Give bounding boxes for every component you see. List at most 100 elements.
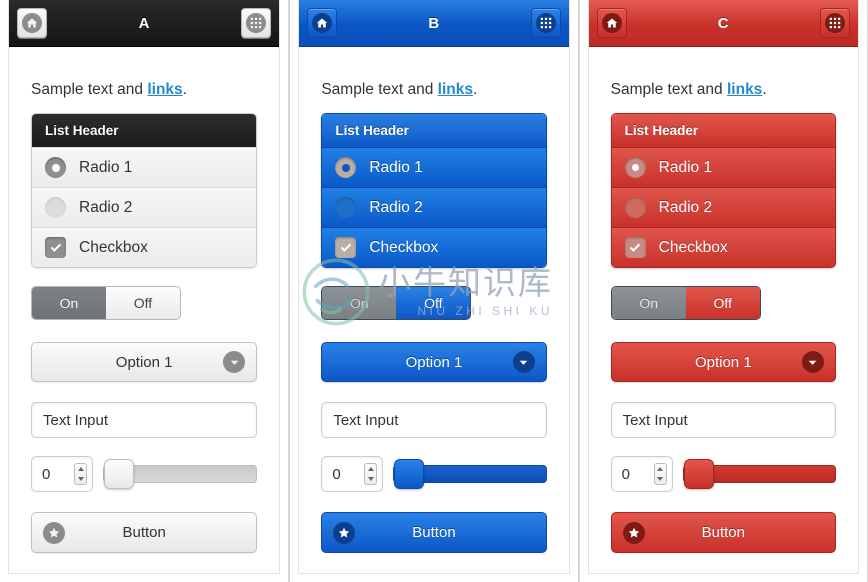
sample-text-suffix: . — [182, 81, 187, 98]
sample-text-b: Sample text and links. — [321, 81, 546, 99]
number-stepper-b[interactable]: 0 — [321, 456, 384, 492]
grid-menu-button-b[interactable] — [530, 8, 561, 38]
sample-link[interactable]: links — [438, 81, 473, 98]
sample-text-c: Sample text and links. — [611, 81, 836, 99]
stepper-arrows[interactable] — [74, 463, 87, 485]
option-list-c: List Header Radio 1 Radio 2 Checkbox — [610, 113, 836, 268]
radio-unselected-icon[interactable] — [335, 197, 357, 218]
slider-row-a: 0 — [31, 456, 258, 492]
list-item-radio-1-a[interactable]: Radio 1 — [32, 147, 257, 187]
on-off-toggle-b[interactable]: On Off — [321, 286, 472, 320]
select-value: Option 1 — [694, 353, 752, 371]
panel-frame-b: B Sample text and links. List Header Rad… — [298, 0, 570, 574]
list-item-checkbox-c[interactable]: Checkbox — [611, 227, 835, 267]
theme-comparison-stage: A Sample text and links. List Header Rad… — [0, 0, 868, 582]
radio-selected-icon[interactable] — [624, 157, 646, 178]
on-off-toggle-a[interactable]: On Off — [31, 286, 181, 320]
list-item-checkbox-a[interactable]: Checkbox — [32, 227, 257, 267]
list-header-a: List Header — [32, 114, 257, 147]
stepper-down-icon[interactable] — [367, 477, 374, 481]
action-button-b[interactable]: Button — [321, 512, 547, 553]
action-button-a[interactable]: Button — [31, 512, 258, 553]
list-item-checkbox-b[interactable]: Checkbox — [322, 227, 546, 267]
stepper-arrows[interactable] — [653, 463, 667, 485]
select-dropdown-a[interactable]: Option 1 — [31, 342, 258, 382]
stepper-value: 0 — [42, 465, 51, 483]
text-input-b[interactable] — [321, 402, 547, 438]
text-input-c[interactable] — [610, 402, 836, 438]
list-item-radio-1-c[interactable]: Radio 1 — [611, 147, 835, 187]
select-value: Option 1 — [115, 353, 173, 371]
panel-frame-a: A Sample text and links. List Header Rad… — [8, 0, 281, 574]
list-item-label: Checkbox — [79, 238, 148, 256]
slider-row-c: 0 — [610, 456, 836, 492]
home-button-c[interactable] — [596, 8, 627, 38]
list-item-radio-2-c[interactable]: Radio 2 — [611, 187, 835, 227]
grid-menu-button-a[interactable] — [241, 8, 272, 38]
list-item-label: Radio 1 — [658, 158, 713, 176]
slider-track-b[interactable] — [393, 459, 547, 489]
toggle-on-option[interactable]: On — [32, 287, 106, 319]
home-button-a[interactable] — [17, 8, 47, 38]
check-icon[interactable] — [335, 237, 357, 258]
action-button-label: Button — [412, 524, 456, 541]
slider-track-c[interactable] — [682, 459, 836, 489]
header-bar-a: A — [9, 0, 280, 47]
home-icon — [22, 13, 42, 33]
stepper-up-icon[interactable] — [657, 467, 664, 471]
text-input-a[interactable] — [31, 402, 258, 438]
radio-selected-icon[interactable] — [45, 157, 66, 178]
slider-handle-a[interactable] — [104, 459, 134, 489]
panel-frame-c: C Sample text and links. List Header Rad… — [587, 0, 859, 574]
home-icon — [312, 13, 333, 33]
on-off-toggle-c[interactable]: On Off — [610, 286, 761, 320]
stepper-up-icon[interactable] — [77, 467, 84, 471]
stepper-arrows[interactable] — [364, 463, 378, 485]
star-icon — [43, 521, 65, 544]
toggle-off-option[interactable]: Off — [106, 287, 180, 319]
radio-selected-icon[interactable] — [335, 157, 357, 178]
home-button-b[interactable] — [307, 8, 338, 38]
list-item-label: Radio 1 — [369, 158, 423, 176]
number-stepper-a[interactable]: 0 — [31, 456, 93, 492]
panel-body-c: Sample text and links. List Header Radio… — [589, 81, 858, 553]
number-stepper-c[interactable]: 0 — [610, 456, 673, 492]
theme-panel-a: A Sample text and links. List Header Rad… — [0, 0, 290, 582]
select-dropdown-c[interactable]: Option 1 — [610, 342, 836, 382]
header-bar-c: C — [588, 0, 858, 47]
slider-handle-c[interactable] — [683, 459, 714, 489]
action-button-c[interactable]: Button — [610, 512, 836, 553]
toggle-off-option[interactable]: Off — [396, 287, 471, 319]
stepper-up-icon[interactable] — [367, 467, 374, 471]
home-icon — [601, 13, 622, 33]
panel-title-a: A — [138, 14, 150, 32]
sample-link[interactable]: links — [727, 81, 762, 98]
check-icon[interactable] — [45, 237, 66, 258]
list-item-radio-2-b[interactable]: Radio 2 — [322, 187, 546, 227]
list-item-label: Radio 2 — [658, 198, 713, 216]
panel-body-a: Sample text and links. List Header Radio… — [9, 81, 279, 553]
toggle-off-option[interactable]: Off — [685, 287, 760, 319]
list-item-radio-2-a[interactable]: Radio 2 — [32, 187, 257, 227]
list-header-b: List Header — [322, 114, 546, 147]
stepper-down-icon[interactable] — [657, 477, 664, 481]
list-item-label: Radio 1 — [79, 158, 133, 176]
check-icon[interactable] — [624, 237, 646, 258]
grid-menu-icon — [246, 13, 267, 33]
sample-text-suffix: . — [762, 81, 767, 98]
sample-link[interactable]: links — [147, 81, 182, 98]
radio-unselected-icon[interactable] — [45, 197, 66, 218]
slider-handle-b[interactable] — [394, 459, 425, 489]
sample-text-prefix: Sample text and — [321, 81, 438, 98]
toggle-on-option[interactable]: On — [322, 287, 397, 319]
grid-menu-button-c[interactable] — [819, 8, 850, 38]
stepper-down-icon[interactable] — [77, 477, 84, 481]
list-item-label: Checkbox — [658, 238, 728, 256]
list-item-radio-1-b[interactable]: Radio 1 — [322, 147, 546, 187]
radio-unselected-icon[interactable] — [624, 197, 646, 218]
option-list-b: List Header Radio 1 Radio 2 Checkbox — [321, 113, 547, 268]
sample-text-suffix: . — [472, 81, 478, 98]
slider-track-a[interactable] — [103, 459, 258, 489]
select-dropdown-b[interactable]: Option 1 — [321, 342, 547, 382]
toggle-on-option[interactable]: On — [611, 287, 686, 319]
